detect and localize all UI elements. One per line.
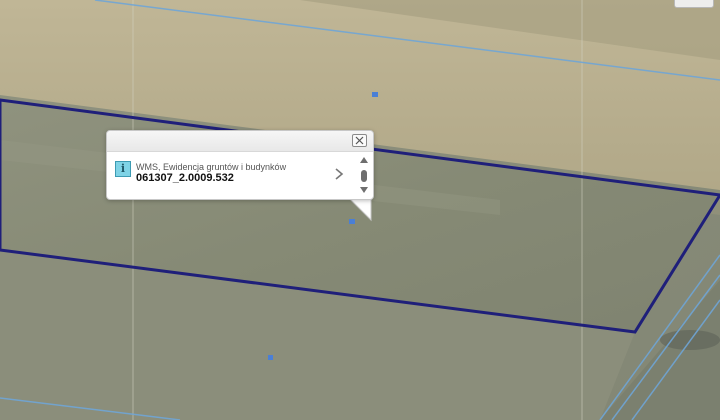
parcel-id: 061307_2.0009.532: [136, 172, 234, 184]
point-marker: [268, 355, 273, 360]
map-canvas[interactable]: i WMS, Ewidencja gruntów i budynków 0613…: [0, 0, 720, 420]
triangle-up-icon[interactable]: [360, 157, 368, 163]
popup-scrollbar[interactable]: [358, 157, 370, 195]
layer-name: WMS, Ewidencja gruntów i budynków: [136, 162, 287, 172]
chevron-right-icon[interactable]: [333, 168, 345, 180]
popup-header: [107, 131, 373, 152]
map-corner-control[interactable]: [674, 0, 714, 8]
triangle-down-icon[interactable]: [360, 187, 368, 193]
feature-info-popup: i WMS, Ewidencja gruntów i budynków 0613…: [106, 130, 374, 200]
popup-pointer: [349, 198, 372, 222]
scroll-thumb[interactable]: [361, 170, 367, 182]
point-marker: [372, 92, 378, 97]
info-icon: i: [115, 161, 131, 177]
close-icon[interactable]: [352, 134, 367, 147]
